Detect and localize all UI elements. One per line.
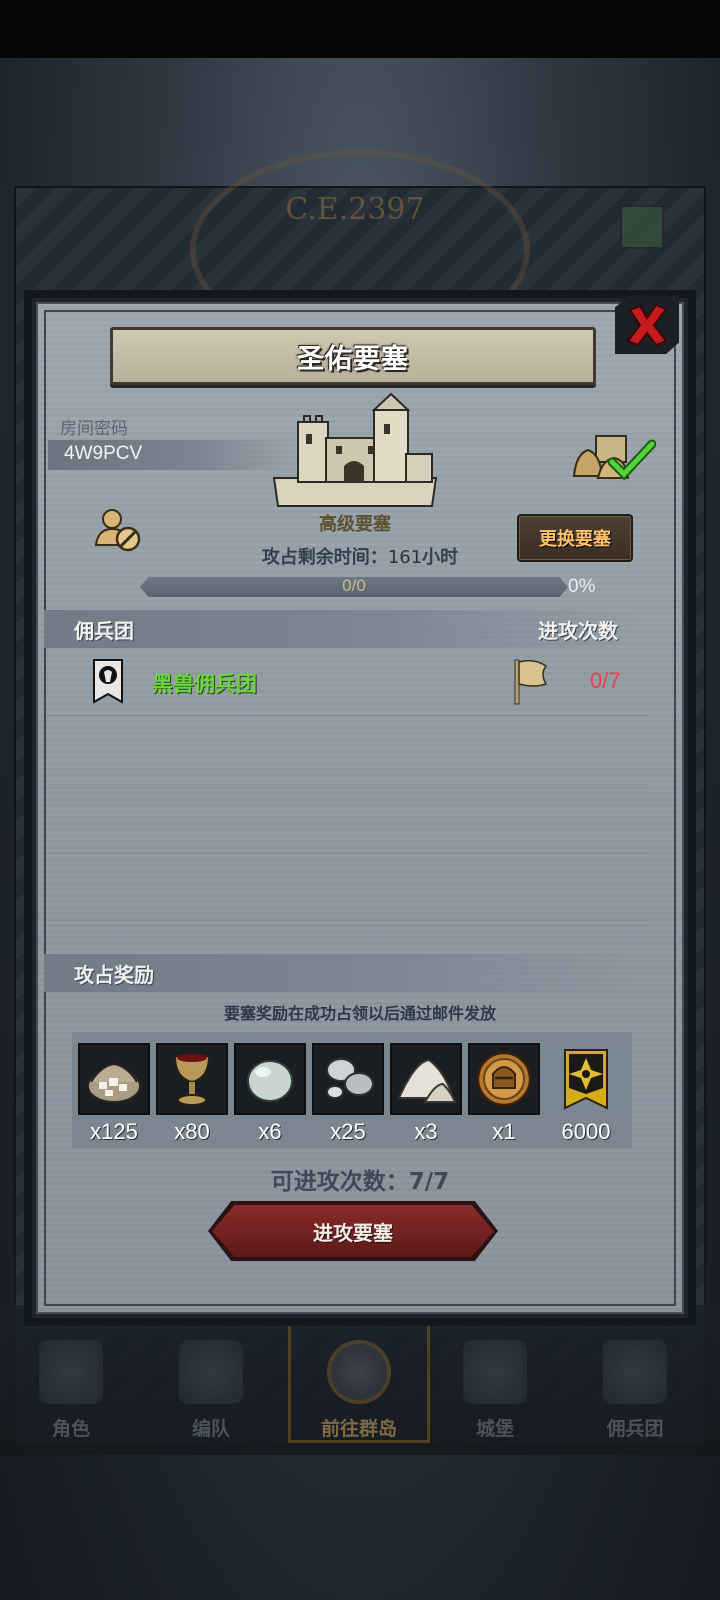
nav-label: 城堡 <box>475 1419 514 1440</box>
mercenary-name: 黑兽佣兵团 <box>152 672 257 696</box>
change-fortress-button[interactable]: 更换要塞 <box>517 514 633 562</box>
formation-icon <box>179 1340 243 1404</box>
nav-item-mercenary[interactable]: 佣兵团 <box>580 1340 690 1450</box>
empty-row-divider <box>48 920 648 921</box>
reward-quantity: 6000 <box>561 1119 611 1144</box>
silver-ore-icon <box>326 1058 374 1099</box>
nav-item-formation[interactable]: 编队 <box>156 1340 266 1450</box>
reward-slot <box>78 1043 150 1115</box>
mercenary-icon <box>603 1340 667 1404</box>
reward-quantity: x80 <box>174 1119 210 1144</box>
honor-banner-icon <box>564 1049 608 1110</box>
flag-icon <box>514 659 548 705</box>
reward-quantity: x6 <box>258 1119 282 1144</box>
reward-section-title: 攻占奖励 <box>74 963 154 987</box>
mercenary-emblem-icon <box>93 659 123 704</box>
supply-check-icon[interactable] <box>572 432 656 482</box>
reward-quantity: x25 <box>330 1119 366 1144</box>
occupy-time-remaining: 攻占剩余时间：161小时 <box>200 543 520 569</box>
nav-item-character[interactable]: 角色 <box>16 1340 126 1450</box>
reward-slot <box>550 1043 622 1115</box>
attacks-remaining: 可进攻次数：7/7 <box>270 1169 450 1195</box>
reward-item[interactable]: 6000 <box>550 1043 622 1145</box>
fortress-icon <box>272 392 438 507</box>
reward-quantity: x1 <box>492 1119 516 1144</box>
occupy-time-value: 161 <box>387 547 423 568</box>
title-banner: 圣佑要塞 <box>110 327 596 385</box>
no-user-icon[interactable] <box>94 505 142 553</box>
reward-slot <box>390 1043 462 1115</box>
empty-row-divider <box>48 852 648 853</box>
salt-pile-icon <box>397 1058 457 1103</box>
fortress-type: 高级要塞 <box>319 514 391 535</box>
nav-item-islands[interactable]: 前往群岛 <box>304 1340 414 1450</box>
reward-item[interactable]: x3 <box>390 1043 462 1145</box>
reward-quantity: x125 <box>90 1119 138 1144</box>
pearl-egg-icon <box>247 1060 293 1102</box>
goblet-icon <box>173 1054 211 1106</box>
mercenary-section-title: 佣兵团 <box>74 619 134 643</box>
nav-item-castle[interactable]: 城堡 <box>440 1340 550 1450</box>
era-label: C.E.2397 <box>285 192 425 227</box>
reward-slot <box>234 1043 306 1115</box>
map-corner-icon <box>620 205 664 249</box>
reward-slot <box>468 1043 540 1115</box>
occupy-time-label: 攻占剩余时间： <box>261 547 388 568</box>
empty-row-divider <box>48 784 648 785</box>
occupy-progress-percent: 0% <box>568 576 596 597</box>
mercenary-row[interactable] <box>48 650 648 716</box>
status-bar-area <box>0 0 720 58</box>
reward-item[interactable]: x1 <box>468 1043 540 1145</box>
mercenary-attack-count: 0/7 <box>590 668 621 693</box>
nav-label: 编队 <box>191 1419 230 1440</box>
reward-slot <box>312 1043 384 1115</box>
nav-label: 前往群岛 <box>320 1419 397 1440</box>
attack-fortress-label: 进攻要塞 <box>313 1220 393 1245</box>
character-icon <box>39 1340 103 1404</box>
attack-fortress-button[interactable]: 进攻要塞 <box>212 1205 494 1257</box>
reward-slot <box>156 1043 228 1115</box>
occupy-time-unit: 小时 <box>422 547 459 568</box>
knight-medal-icon <box>476 1051 532 1107</box>
dialog-title: 圣佑要塞 <box>297 343 409 375</box>
close-button[interactable] <box>615 296 679 354</box>
close-icon <box>626 303 668 347</box>
reward-note: 要塞奖励在成功占领以后通过邮件发放 <box>223 1004 496 1023</box>
reward-quantity: x3 <box>414 1119 438 1144</box>
room-code-value[interactable]: 4W9PCV <box>64 443 142 465</box>
stone-sack-icon <box>87 1062 141 1103</box>
nav-label: 佣兵团 <box>606 1419 664 1440</box>
islands-icon <box>327 1340 391 1404</box>
reward-item[interactable]: x6 <box>234 1043 306 1145</box>
attacks-column-header: 进攻次数 <box>538 619 618 643</box>
nav-label: 角色 <box>51 1419 90 1440</box>
reward-item[interactable]: x80 <box>156 1043 228 1145</box>
room-code-label: 房间密码 <box>60 419 128 438</box>
change-fortress-label: 更换要塞 <box>539 529 611 550</box>
reward-item[interactable]: x125 <box>78 1043 150 1145</box>
reward-item[interactable]: x25 <box>312 1043 384 1145</box>
occupy-progress-text: 0/0 <box>342 576 366 595</box>
castle-icon <box>463 1340 527 1404</box>
